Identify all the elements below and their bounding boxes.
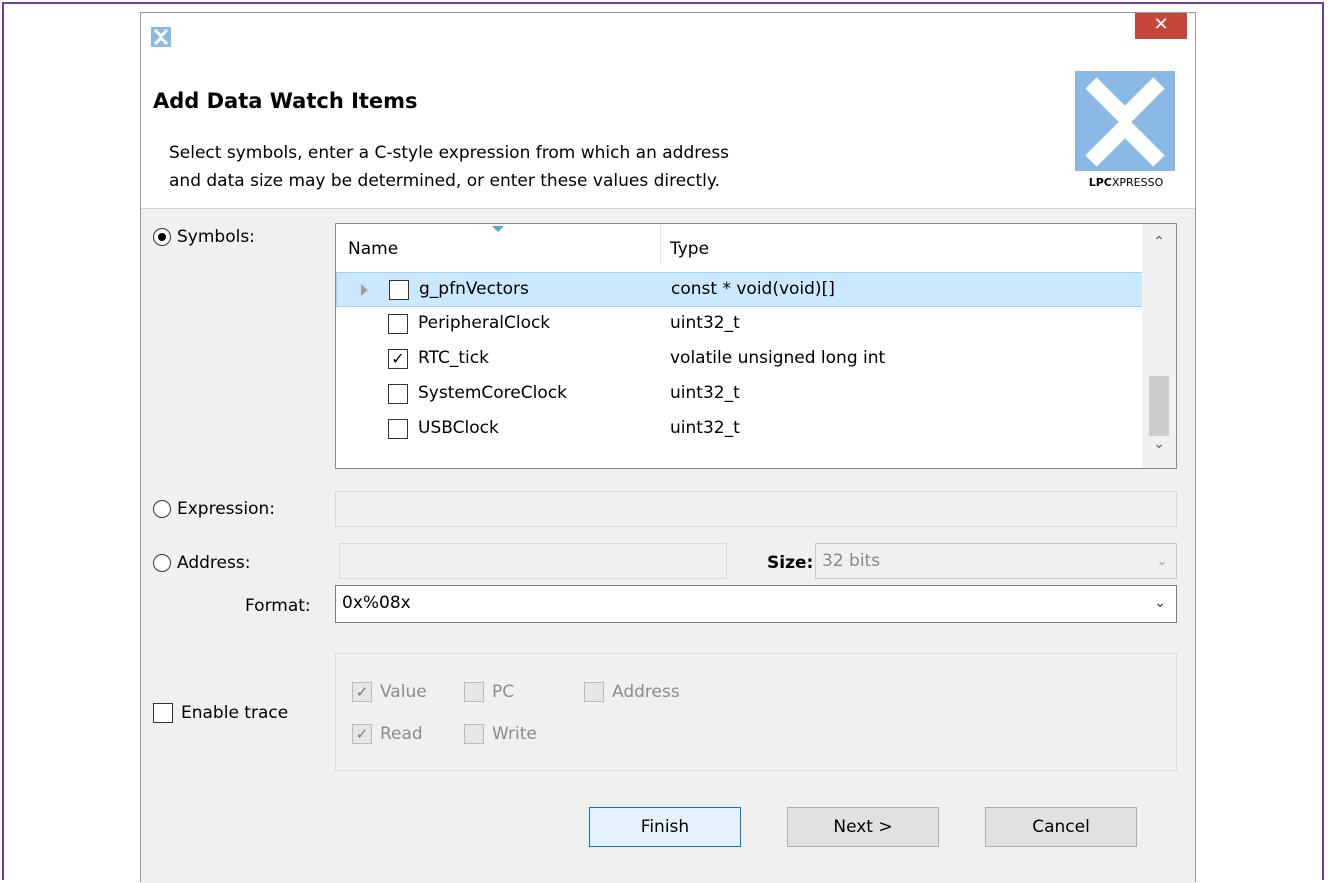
size-select[interactable]: 32 bits ⌄	[815, 543, 1177, 579]
trace-read-label: Read	[380, 724, 423, 744]
row-checkbox[interactable]	[388, 384, 408, 404]
expand-arrow-icon[interactable]	[361, 284, 368, 296]
address-radio-label: Address:	[177, 553, 251, 573]
symbol-type: const * void(void)[]	[671, 279, 835, 299]
trace-pc-label: PC	[492, 682, 515, 702]
row-checkbox[interactable]	[389, 280, 409, 300]
trace-options-group: ✓ Value PC Address ✓ Read Write	[335, 653, 1177, 771]
row-checkbox[interactable]	[388, 419, 408, 439]
scroll-down-icon[interactable]: ⌄	[1142, 436, 1176, 466]
trace-address-label: Address	[612, 682, 680, 702]
symbols-radio-label: Symbols:	[177, 227, 255, 247]
check-icon: ✓	[355, 683, 369, 701]
enable-trace-checkbox-box	[153, 703, 173, 723]
trace-write-checkbox-box	[464, 724, 484, 744]
symbols-radio-indicator	[153, 228, 171, 246]
trace-value-checkbox-box: ✓	[352, 682, 372, 702]
expression-radio-indicator	[153, 500, 171, 518]
format-select-value: 0x%08x	[342, 593, 411, 613]
logo-text-rest: XPRESSO	[1111, 176, 1164, 189]
table-row[interactable]: USBClock uint32_t	[336, 412, 1144, 447]
page-description: Select symbols, enter a C-style expressi…	[169, 139, 929, 195]
address-radio-indicator	[153, 554, 171, 572]
chevron-down-icon: ⌄	[1156, 553, 1168, 569]
app-icon	[151, 27, 171, 47]
address-radio[interactable]: Address:	[153, 553, 250, 573]
column-header-type[interactable]: Type	[670, 224, 709, 270]
logo-text-bold: LPC	[1088, 176, 1112, 189]
format-label: Format:	[245, 596, 311, 616]
trace-address-checkbox[interactable]: Address	[584, 682, 680, 702]
cancel-button[interactable]: Cancel	[985, 807, 1137, 847]
sort-indicator-icon	[492, 226, 504, 232]
finish-button[interactable]: Finish	[589, 807, 741, 847]
trace-value-label: Value	[380, 682, 427, 702]
symbol-type: uint32_t	[670, 383, 740, 403]
trace-read-checkbox[interactable]: ✓ Read	[352, 724, 423, 744]
trace-pc-checkbox-box	[464, 682, 484, 702]
scroll-up-icon[interactable]: ⌃	[1142, 234, 1176, 264]
symbols-table[interactable]: Name Type g_pfnVectors const * void(void…	[335, 223, 1177, 469]
expression-input[interactable]	[335, 491, 1177, 527]
size-select-value: 32 bits	[822, 551, 881, 571]
symbols-radio[interactable]: Symbols:	[153, 227, 255, 247]
description-line-2: and data size may be determined, or ente…	[169, 171, 720, 191]
symbol-name: PeripheralClock	[418, 313, 551, 333]
table-row[interactable]: PeripheralClock uint32_t	[336, 307, 1144, 342]
expression-radio-label: Expression:	[177, 499, 276, 519]
close-icon: ✕	[1153, 14, 1169, 35]
wizard-header: Add Data Watch Items Select symbols, ent…	[141, 59, 1195, 209]
chevron-down-icon: ⌄	[1154, 595, 1166, 611]
symbol-name: USBClock	[418, 418, 499, 438]
title-bar: ✕	[141, 13, 1195, 59]
trace-read-checkbox-box: ✓	[352, 724, 372, 744]
symbol-name: SystemCoreClock	[418, 383, 567, 403]
enable-trace-label: Enable trace	[181, 703, 289, 723]
symbol-name: g_pfnVectors	[419, 279, 529, 299]
trace-pc-checkbox[interactable]: PC	[464, 682, 514, 702]
symbol-type: volatile unsigned long int	[670, 348, 886, 368]
scrollbar-thumb[interactable]	[1149, 376, 1169, 436]
symbol-type: uint32_t	[670, 313, 740, 333]
symbols-rows: g_pfnVectors const * void(void)[] Periph…	[336, 272, 1144, 447]
close-button[interactable]: ✕	[1135, 13, 1187, 39]
trace-write-checkbox[interactable]: Write	[464, 724, 537, 744]
logo-wordmark: LPCXPRESSO	[1073, 176, 1179, 189]
table-row[interactable]: SystemCoreClock uint32_t	[336, 377, 1144, 412]
enable-trace-checkbox[interactable]: Enable trace	[153, 703, 288, 723]
add-data-watch-dialog: ✕ Add Data Watch Items Select symbols, e…	[140, 12, 1196, 883]
address-input[interactable]	[339, 543, 727, 579]
format-select[interactable]: 0x%08x ⌄	[335, 585, 1177, 623]
trace-value-checkbox[interactable]: ✓ Value	[352, 682, 427, 702]
row-checkbox-checked[interactable]: ✓	[388, 349, 408, 369]
page-title: Add Data Watch Items	[153, 89, 418, 113]
size-label: Size:	[767, 553, 814, 573]
symbol-name: RTC_tick	[418, 348, 489, 368]
column-divider	[660, 224, 661, 264]
table-row[interactable]: ✓ RTC_tick volatile unsigned long int	[336, 342, 1144, 377]
wizard-body: Symbols: Name Type g_pfnVectors const * …	[141, 209, 1195, 883]
trace-address-checkbox-box	[584, 682, 604, 702]
symbol-type: uint32_t	[670, 418, 740, 438]
column-header-name[interactable]: Name	[348, 224, 398, 270]
table-row[interactable]: g_pfnVectors const * void(void)[]	[336, 272, 1144, 307]
table-scrollbar[interactable]: ⌃ ⌄	[1142, 224, 1176, 468]
expression-radio[interactable]: Expression:	[153, 499, 275, 519]
next-button[interactable]: Next >	[787, 807, 939, 847]
check-icon: ✓	[355, 725, 369, 743]
check-icon: ✓	[391, 349, 405, 368]
row-checkbox[interactable]	[388, 314, 408, 334]
trace-write-label: Write	[492, 724, 537, 744]
description-line-1: Select symbols, enter a C-style expressi…	[169, 143, 730, 163]
